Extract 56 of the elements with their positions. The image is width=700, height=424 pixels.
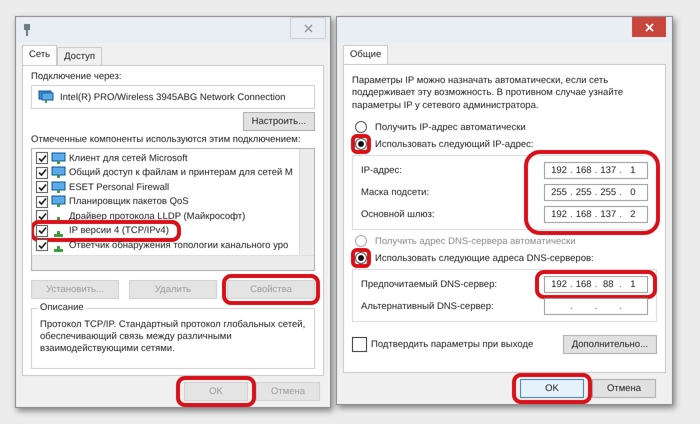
radio-label: Использовать следующие адреса DNS-серверов: [375, 252, 594, 264]
advanced-button[interactable]: Дополнительно... [562, 335, 657, 354]
configure-button[interactable]: Настроить... [242, 112, 315, 131]
radio-button[interactable] [355, 252, 367, 264]
radio-button[interactable] [355, 121, 367, 134]
field-label: Альтернативный DNS-сервер: [361, 301, 494, 312]
components-label: Отмеченные компоненты используются этим подключением: [31, 134, 302, 145]
horizontal-scrollbar[interactable] [32, 254, 314, 270]
vertical-scrollbar[interactable] [299, 149, 314, 254]
dialog-button[interactable]: OK [520, 379, 584, 398]
ip-address-field[interactable]: 192 . 168 . 137 . 1 [544, 162, 648, 180]
checkbox[interactable] [36, 239, 48, 252]
field-label: Основной шлюз: [361, 209, 434, 220]
checkbox-label: Подтвердить параметры при выходе [371, 339, 534, 350]
ip-address-field[interactable]: 255 . 255 . 255 . 0 [544, 184, 648, 202]
connect-via-label: Подключение через: [31, 71, 122, 82]
tab[interactable]: Общие [343, 45, 388, 64]
network-adapter-icon [38, 90, 54, 104]
description-text: Протокол TCP/IP. Стандартный протокол глобальных сетей, обеспечивающий связь между различными взаимодействующими сетями. [40, 318, 306, 356]
monitor-icon [51, 180, 66, 194]
field-label: Предпочитаемый DNS-сервер: [361, 279, 498, 290]
monitor-icon [51, 195, 66, 208]
checkbox[interactable] [36, 224, 48, 237]
component-item[interactable]: Клиент для сетей Microsoft [69, 152, 188, 164]
tab[interactable]: Сеть [22, 45, 58, 65]
monitor-icon [51, 166, 66, 180]
component-item[interactable]: Планировщик пакетов QoS [69, 196, 189, 208]
tab[interactable]: Доступ [57, 47, 102, 65]
dialog-button[interactable]: Отмена [592, 379, 656, 398]
checkbox[interactable] [352, 337, 367, 352]
ip-address-field[interactable]: . . . [544, 298, 648, 316]
radio-button[interactable] [355, 138, 367, 150]
component-item[interactable]: Ответчик обнаружения топологии канального уро [69, 240, 288, 251]
checkbox[interactable] [36, 166, 48, 179]
checkbox[interactable] [36, 181, 48, 194]
checkbox[interactable] [36, 196, 48, 208]
component-item[interactable]: ESET Personal Firewall [69, 182, 170, 193]
checkbox[interactable] [36, 152, 48, 164]
radio-label: Получить адрес DNS-сервера автоматически [375, 236, 576, 247]
component-item[interactable]: Общий доступ к файлам и принтерам для сетей M [69, 167, 293, 178]
adapter-name: Intel(R) PRO/Wireless 3945ABG Network Connection [60, 92, 286, 102]
field-label: Маска подсети: [361, 187, 430, 198]
intro-text: Параметры IP можно назначать автоматически, если сеть поддерживает эту возможность. В противном случае узнайте параметры IP у сетевого администратора. [352, 75, 624, 112]
ip-address-field[interactable]: 192 . 168 . 88 . 1 [544, 276, 648, 294]
ip-address-field[interactable]: 192 . 168 . 137 . 2 [544, 206, 648, 224]
radio-label: Получить IP-адрес автоматически [375, 122, 526, 133]
component-item[interactable]: IP версии 4 (TCP/IPv4) [69, 225, 169, 236]
network-plug-icon [22, 23, 32, 37]
monitor-icon [51, 152, 66, 165]
close-icon [304, 24, 312, 32]
group-title: Описание [38, 302, 86, 312]
close-icon [644, 22, 654, 32]
field-label: IP-адрес: [361, 165, 402, 176]
close-button[interactable] [632, 17, 666, 37]
radio-label: Использовать следующий IP-адрес: [375, 138, 534, 150]
component-item[interactable]: Драйвер протокола LLDP (Майкрософт) [69, 210, 246, 222]
